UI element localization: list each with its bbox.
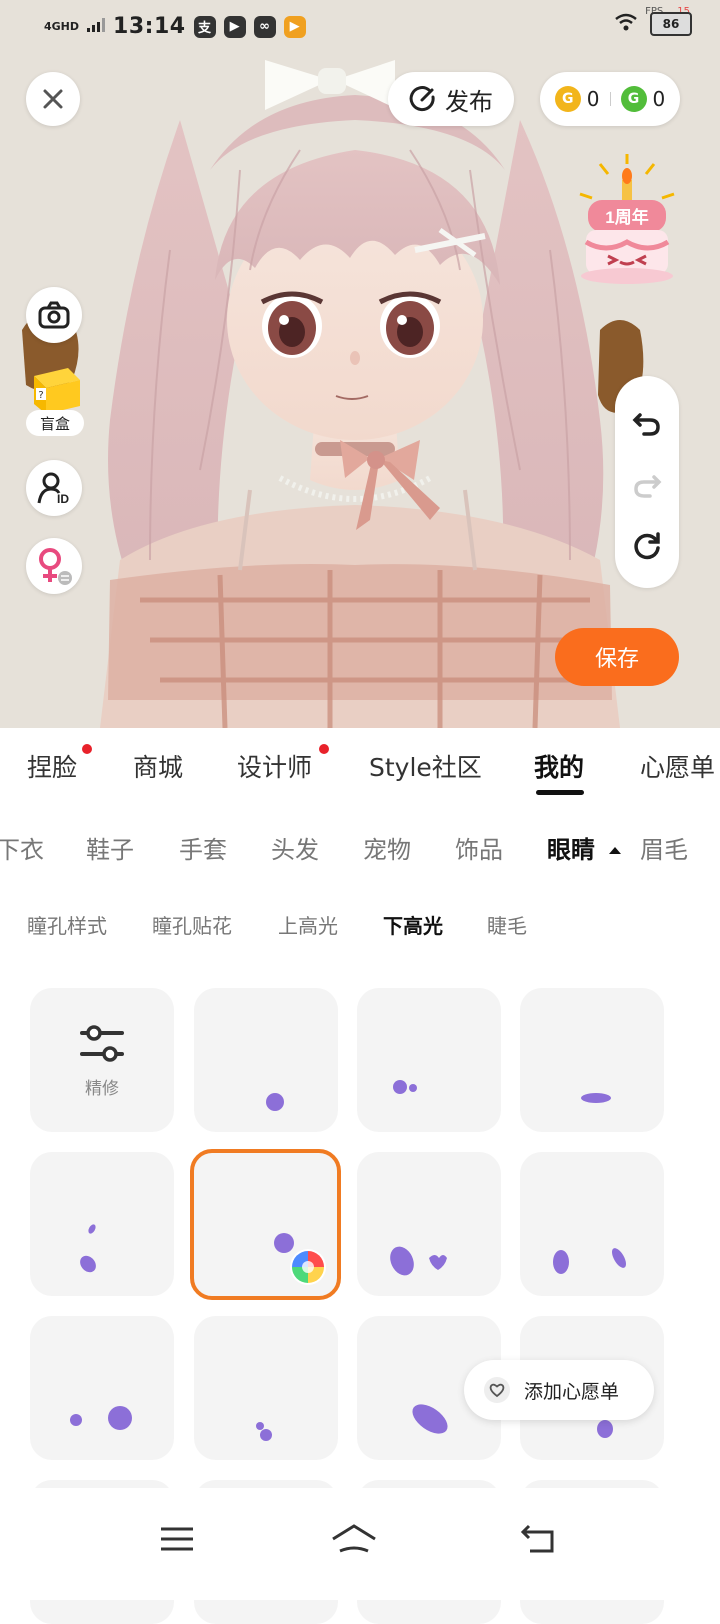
notification-dot (319, 744, 329, 754)
sub-tab-bar: 瞳孔样式 瞳孔贴花 上高光 下高光 睫毛 (0, 900, 720, 950)
highlight-option[interactable] (194, 988, 338, 1132)
subtab-upper-highlight[interactable]: 上高光 (278, 910, 338, 939)
tab-mine[interactable]: 我的 (534, 748, 584, 784)
back-icon (520, 1524, 554, 1553)
caret-up-icon (608, 840, 622, 859)
refresh-icon (634, 532, 660, 560)
main-tab-bar: 捏脸 商城 设计师 Style社区 我的 心愿单 (0, 736, 720, 800)
system-navigation-bar (0, 1488, 720, 1600)
publish-label: 发布 (445, 87, 493, 116)
category-pets[interactable]: 宠物 (363, 830, 411, 865)
category-tab-bar: 下衣 鞋子 手套 头发 宠物 饰品 眼睛 眉毛 (0, 818, 720, 878)
home-button[interactable] (324, 1514, 384, 1564)
category-eyebrows[interactable]: 眉毛 (640, 830, 688, 865)
highlight-option[interactable] (357, 1152, 501, 1296)
subtab-lower-highlight[interactable]: 下高光 (383, 910, 443, 939)
category-hair[interactable]: 头发 (271, 830, 319, 865)
active-tab-indicator (536, 790, 584, 795)
media-icon: ▶ (223, 15, 246, 38)
close-button[interactable] (26, 72, 80, 126)
status-bar: 4GHD 13:14 支 ▶ ∞ ▶ FPS15 86 (0, 0, 720, 56)
undo-button[interactable] (627, 402, 667, 442)
back-button[interactable] (508, 1514, 568, 1564)
signal-icon (87, 17, 106, 36)
cake-icon: 1周年 (579, 154, 675, 284)
blind-box-icon: ? (34, 368, 80, 414)
category-shoes[interactable]: 鞋子 (86, 830, 134, 865)
green-coin-count: 0 (652, 87, 666, 111)
highlight-option[interactable] (357, 988, 501, 1132)
link-icon: ∞ (253, 15, 276, 38)
category-gloves[interactable]: 手套 (179, 830, 227, 865)
undo-icon (632, 413, 660, 436)
close-icon (43, 89, 63, 109)
reset-button[interactable] (627, 526, 667, 566)
wishlist-label: 添加心愿单 (524, 1380, 620, 1403)
clock: 13:14 (113, 14, 186, 39)
tab-designer[interactable]: 设计师 (237, 748, 312, 784)
highlight-option[interactable] (194, 1316, 338, 1460)
tab-mall[interactable]: 商城 (133, 748, 183, 784)
save-button[interactable]: 保存 (555, 628, 679, 686)
highlight-option[interactable] (30, 1316, 174, 1460)
category-accessories[interactable]: 饰品 (455, 830, 503, 865)
gold-coin-count: 0 (586, 87, 600, 111)
subtab-pupil-style[interactable]: 瞳孔样式 (27, 910, 107, 939)
gender-switch-button[interactable] (26, 538, 82, 594)
recent-apps-button[interactable] (147, 1514, 207, 1564)
wifi-icon (614, 13, 638, 35)
category-eyes[interactable]: 眼睛 (547, 830, 595, 865)
publish-button[interactable]: 发布 (388, 72, 514, 126)
anniversary-text: 1周年 (605, 207, 648, 227)
category-bottoms[interactable]: 下衣 (0, 830, 44, 865)
highlight-option[interactable] (30, 1152, 174, 1296)
divider (609, 92, 611, 106)
user-id-icon: ID (37, 472, 69, 505)
color-wheel-icon (290, 1249, 326, 1285)
home-icon (332, 1524, 376, 1553)
history-controls (615, 376, 679, 588)
svg-text:ID: ID (57, 492, 69, 505)
highlight-option-selected[interactable] (190, 1149, 341, 1300)
video-app-icon: ▶ (283, 15, 306, 38)
redo-button[interactable] (627, 464, 667, 504)
heart-icon (484, 1377, 510, 1403)
camera-button[interactable] (26, 287, 82, 343)
tab-face[interactable]: 捏脸 (27, 748, 77, 784)
green-coin-icon: G (620, 86, 647, 112)
svg-text:?: ? (38, 390, 43, 401)
avatar-stage[interactable]: 4GHD 13:14 支 ▶ ∞ ▶ FPS15 86 发布 G 0 (0, 0, 720, 728)
notification-dot (82, 744, 92, 754)
subtab-pupil-decal[interactable]: 瞳孔贴花 (152, 910, 232, 939)
currency-display[interactable]: G 0 G 0 (540, 72, 680, 126)
redo-icon (634, 475, 662, 498)
camera-icon (38, 301, 70, 329)
refine-label: 精修 (85, 1079, 119, 1099)
battery-indicator: 86 (650, 12, 692, 36)
sliders-icon (80, 1025, 124, 1062)
anniversary-cake-badge[interactable]: 1周年 (572, 150, 682, 290)
blind-box-label[interactable]: 盲盒 (26, 410, 84, 436)
tab-style-community[interactable]: Style社区 (369, 748, 482, 784)
highlight-option[interactable] (520, 1152, 664, 1296)
edit-icon (409, 86, 435, 112)
network-indicator: 4GHD (44, 20, 80, 33)
add-to-wishlist-button[interactable]: 添加心愿单 (464, 1360, 654, 1420)
highlight-option[interactable] (520, 988, 664, 1132)
tab-wishlist[interactable]: 心愿单 (640, 748, 715, 784)
avatar-id-button[interactable]: ID (26, 460, 82, 516)
female-icon (39, 548, 72, 585)
subtab-eyelashes[interactable]: 睫毛 (487, 910, 527, 939)
gold-coin-icon: G (554, 86, 581, 112)
alipay-icon: 支 (193, 15, 216, 38)
menu-icon (161, 1527, 193, 1551)
refine-tile[interactable]: 精修 (30, 988, 174, 1132)
